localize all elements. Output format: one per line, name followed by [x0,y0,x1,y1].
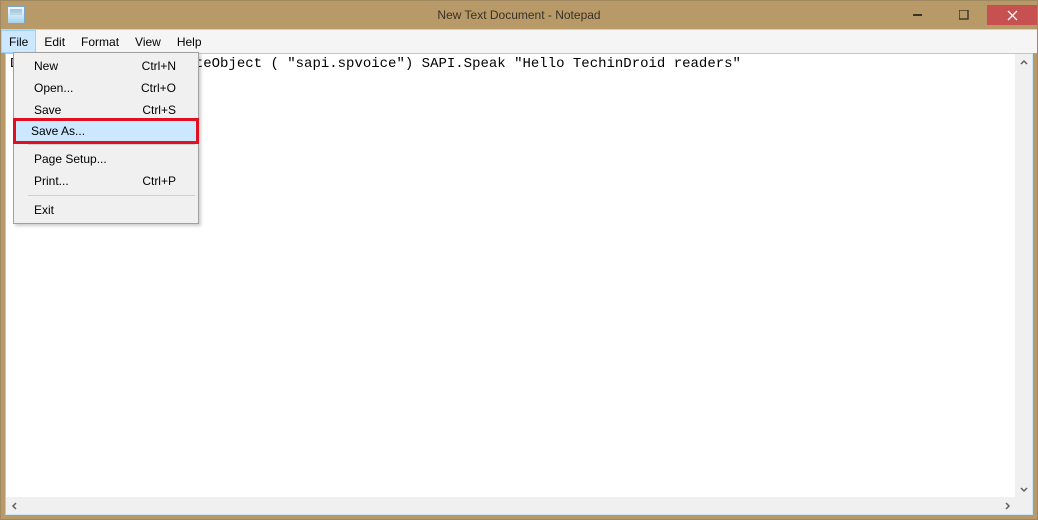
menu-label: Help [177,35,202,49]
menu-item-label: Save As... [31,124,179,138]
scroll-track-h[interactable] [23,497,998,514]
menubar: File Edit Format View Help [1,29,1037,53]
menu-edit[interactable]: Edit [36,30,73,53]
menu-label: View [135,35,161,49]
scrollbar-vertical[interactable] [1015,54,1032,497]
notepad-window: New Text Document - Notepad File Edit Fo… [0,0,1038,520]
chevron-left-icon [11,502,19,510]
notepad-icon [7,6,25,24]
menu-item-new[interactable]: New Ctrl+N [16,55,196,77]
minimize-button[interactable] [895,5,941,25]
menu-separator [28,144,195,145]
scroll-left-button[interactable] [6,497,23,514]
titlebar[interactable]: New Text Document - Notepad [1,1,1037,29]
menu-view[interactable]: View [127,30,169,53]
menu-label: File [9,35,28,49]
menu-item-label: New [34,59,142,73]
menu-item-label: Print... [34,174,142,188]
menu-item-label: Page Setup... [34,152,176,166]
maximize-icon [959,10,969,20]
scroll-right-button[interactable] [998,497,1015,514]
menu-item-page-setup[interactable]: Page Setup... [16,148,196,170]
window-controls [895,5,1037,25]
maximize-button[interactable] [941,5,987,25]
menu-help[interactable]: Help [169,30,210,53]
file-dropdown: New Ctrl+N Open... Ctrl+O Save Ctrl+S Sa… [13,52,199,224]
menu-format[interactable]: Format [73,30,127,53]
minimize-icon [913,10,923,20]
menu-separator [28,195,195,196]
scroll-track-v[interactable] [1015,71,1032,480]
menu-label: Edit [44,35,65,49]
menu-label: Format [81,35,119,49]
menu-item-shortcut: Ctrl+O [141,81,176,95]
scroll-down-button[interactable] [1015,480,1032,497]
menu-item-shortcut: Ctrl+N [142,59,176,73]
window-title: New Text Document - Notepad [437,8,600,22]
menu-item-label: Open... [34,81,141,95]
close-icon [1007,10,1018,21]
scrollbar-horizontal[interactable] [6,497,1015,514]
menu-item-print[interactable]: Print... Ctrl+P [16,170,196,192]
scroll-corner [1015,497,1032,514]
menu-item-shortcut: Ctrl+S [142,103,176,117]
chevron-up-icon [1020,59,1028,67]
close-button[interactable] [987,5,1037,25]
menu-item-open[interactable]: Open... Ctrl+O [16,77,196,99]
menu-item-save-as[interactable]: Save As... [13,118,199,144]
menu-item-exit[interactable]: Exit [16,199,196,221]
menu-file[interactable]: File [1,30,36,53]
chevron-right-icon [1003,502,1011,510]
chevron-down-icon [1020,485,1028,493]
menu-item-label: Exit [34,203,176,217]
menu-item-shortcut: Ctrl+P [142,174,176,188]
scroll-up-button[interactable] [1015,54,1032,71]
menu-item-label: Save [34,103,142,117]
